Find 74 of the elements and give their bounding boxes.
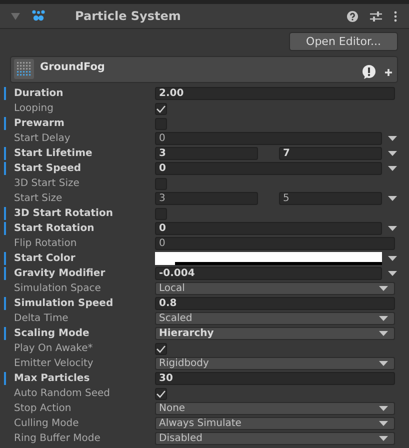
checkbox[interactable] — [155, 388, 167, 400]
number-field[interactable]: 0 — [155, 132, 382, 145]
dropdown-arrow-icon — [379, 361, 388, 366]
system-name: GroundFog — [40, 61, 106, 73]
dropdown-arrow-icon[interactable] — [388, 196, 397, 201]
property-label: Start Size — [14, 193, 64, 204]
dropdown[interactable]: Hierarchy — [155, 327, 395, 340]
dropdown-arrow-icon[interactable] — [388, 256, 397, 261]
warning-bubble-icon[interactable] — [362, 65, 377, 79]
checkmark-icon — [156, 104, 166, 112]
dropdown-arrow-icon[interactable] — [388, 271, 397, 276]
more-options-icon[interactable] — [394, 10, 397, 22]
property-label: Looping — [14, 103, 54, 114]
checkmark-icon — [156, 344, 166, 352]
property-label: Gravity Modifier — [14, 268, 106, 279]
property-label: Culling Mode — [14, 418, 80, 429]
property-label: Scaling Mode — [14, 328, 90, 339]
checkbox[interactable] — [155, 342, 167, 354]
dropdown-arrow-icon — [379, 406, 388, 411]
property-label: Ring Buffer Mode — [14, 433, 102, 444]
property-label: Flip Rotation — [14, 238, 78, 249]
dropdown[interactable]: Always Simulate — [155, 417, 395, 430]
particles-icon — [32, 10, 45, 22]
checkmark-icon — [156, 390, 166, 398]
number-field[interactable]: 3 — [155, 192, 258, 205]
property-label: Start Lifetime — [14, 148, 94, 159]
property-label: Start Color — [14, 253, 76, 264]
property-label: Auto Random Seed — [14, 388, 111, 399]
dropdown[interactable]: Scaled — [155, 312, 395, 325]
dropdown[interactable]: Disabled — [155, 432, 395, 445]
number-field[interactable]: 3 — [155, 147, 258, 160]
property-label: Simulation Space — [14, 283, 102, 294]
dropdown[interactable]: Local — [155, 282, 395, 295]
property-label: Prewarm — [14, 118, 66, 129]
property-label: Duration — [14, 88, 64, 99]
number-field[interactable]: -0.004 — [155, 267, 382, 280]
property-label: 3D Start Rotation — [14, 208, 114, 219]
dropdown-arrow-icon[interactable] — [388, 166, 397, 171]
property-label: Emitter Velocity — [14, 358, 94, 369]
dropdown-arrow-icon — [379, 286, 388, 291]
property-label: Simulation Speed — [14, 298, 114, 309]
property-label: Start Speed — [14, 163, 82, 174]
dropdown-arrow-icon[interactable] — [388, 151, 397, 156]
number-field[interactable]: 0 — [155, 222, 382, 235]
dropdown-arrow-icon — [379, 421, 388, 426]
add-icon[interactable] — [385, 69, 392, 76]
number-field[interactable]: 2.00 — [155, 87, 395, 100]
property-label: Start Rotation — [14, 223, 96, 234]
number-field[interactable]: 30 — [155, 372, 395, 385]
open-editor-button[interactable]: Open Editor... — [289, 32, 398, 51]
dropdown-arrow-icon — [379, 316, 388, 321]
color-swatch[interactable] — [155, 252, 382, 265]
dropdown[interactable]: Rigidbody — [155, 357, 395, 370]
dropdown[interactable]: None — [155, 402, 395, 415]
property-label: 3D Start Size — [14, 178, 80, 189]
dropdown-arrow-icon[interactable] — [388, 226, 397, 231]
dropdown-arrow-icon — [379, 331, 388, 336]
property-label: Start Delay — [14, 133, 72, 144]
property-label: Play On Awake* — [14, 343, 94, 354]
sliders-icon[interactable] — [370, 10, 382, 22]
property-label: Delta Time — [14, 313, 70, 324]
number-field[interactable]: 0 — [155, 237, 395, 250]
dropdown-arrow-icon — [379, 436, 388, 441]
dropdown-arrow-icon[interactable] — [388, 136, 397, 141]
number-field[interactable]: 0 — [155, 162, 382, 175]
component-title: Particle System — [75, 9, 182, 23]
checkbox[interactable] — [155, 102, 167, 114]
property-label: Max Particles — [14, 373, 91, 384]
property-label: Stop Action — [14, 403, 72, 414]
number-field[interactable]: 0.8 — [155, 297, 395, 310]
particle-system-icon — [14, 59, 34, 79]
help-icon[interactable] — [347, 10, 358, 22]
number-field[interactable]: 7 — [279, 147, 382, 160]
number-field[interactable]: 5 — [279, 192, 382, 205]
